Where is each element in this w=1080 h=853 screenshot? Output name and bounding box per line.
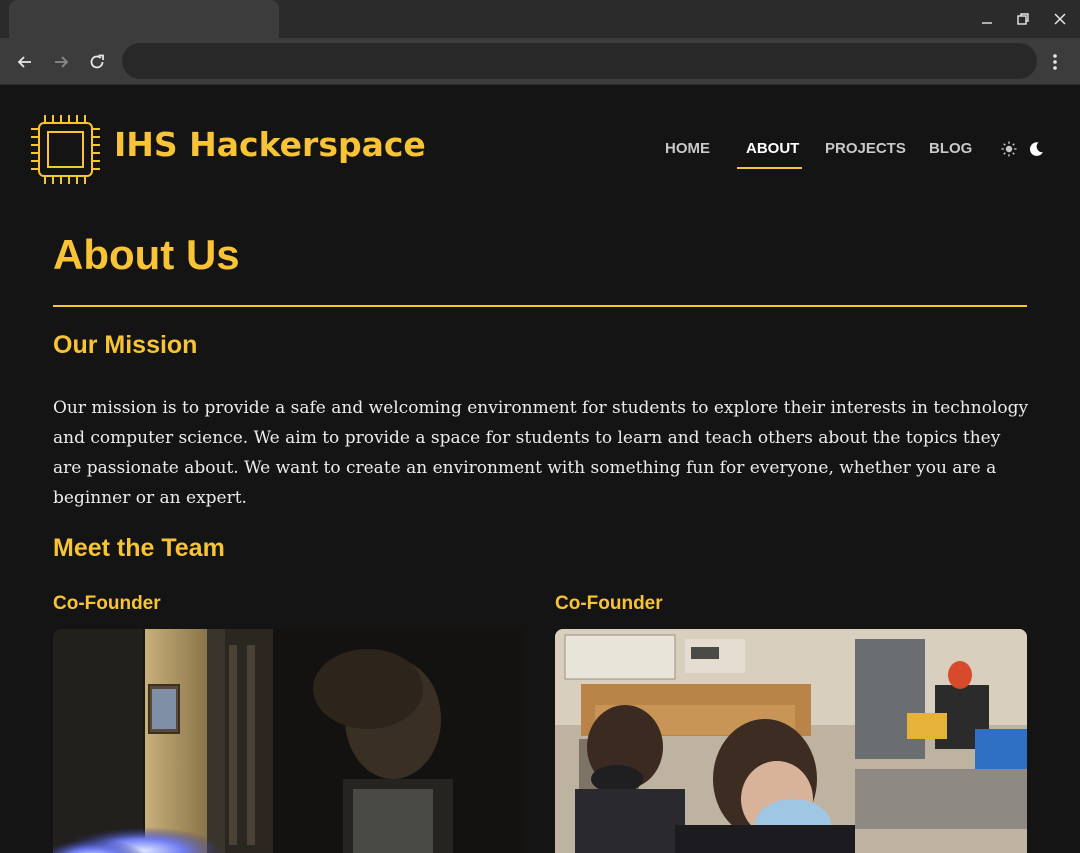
browser-tab[interactable] [9,0,279,38]
minimize-icon[interactable] [976,8,998,30]
moon-icon[interactable] [1026,139,1046,159]
back-arrow-icon[interactable] [13,50,37,74]
site-title[interactable]: IHS Hackerspace [114,125,426,164]
team-member-role: Co-Founder [53,593,161,614]
website: IHS Hackerspace HOME ABOUT PROJECTS BLOG… [0,85,1080,853]
close-icon[interactable] [1049,8,1071,30]
cpu-chip-icon[interactable] [30,114,101,185]
nav-home[interactable]: HOME [665,140,710,157]
page-title: About Us [53,231,240,278]
mission-text: Our mission is to provide a safe and wel… [53,398,1029,508]
active-nav-underline [737,167,802,169]
team-heading: Meet the Team [53,534,225,562]
forward-arrow-icon[interactable] [49,50,73,74]
reload-icon[interactable] [85,50,109,74]
sun-icon[interactable] [999,139,1019,159]
browser-toolbar [0,38,1080,85]
nav-about[interactable]: ABOUT [746,140,799,157]
kebab-menu-icon[interactable] [1044,50,1066,74]
restore-icon[interactable] [1012,8,1034,30]
team-member-role: Co-Founder [555,593,663,614]
nav-blog[interactable]: BLOG [929,140,972,157]
browser-tabstrip [0,0,1080,38]
mission-heading: Our Mission [53,331,198,359]
title-divider [53,305,1027,307]
address-bar[interactable] [122,43,1037,79]
nav-projects[interactable]: PROJECTS [825,140,906,157]
team-member-photo [555,629,1027,853]
team-member-photo [53,629,525,853]
